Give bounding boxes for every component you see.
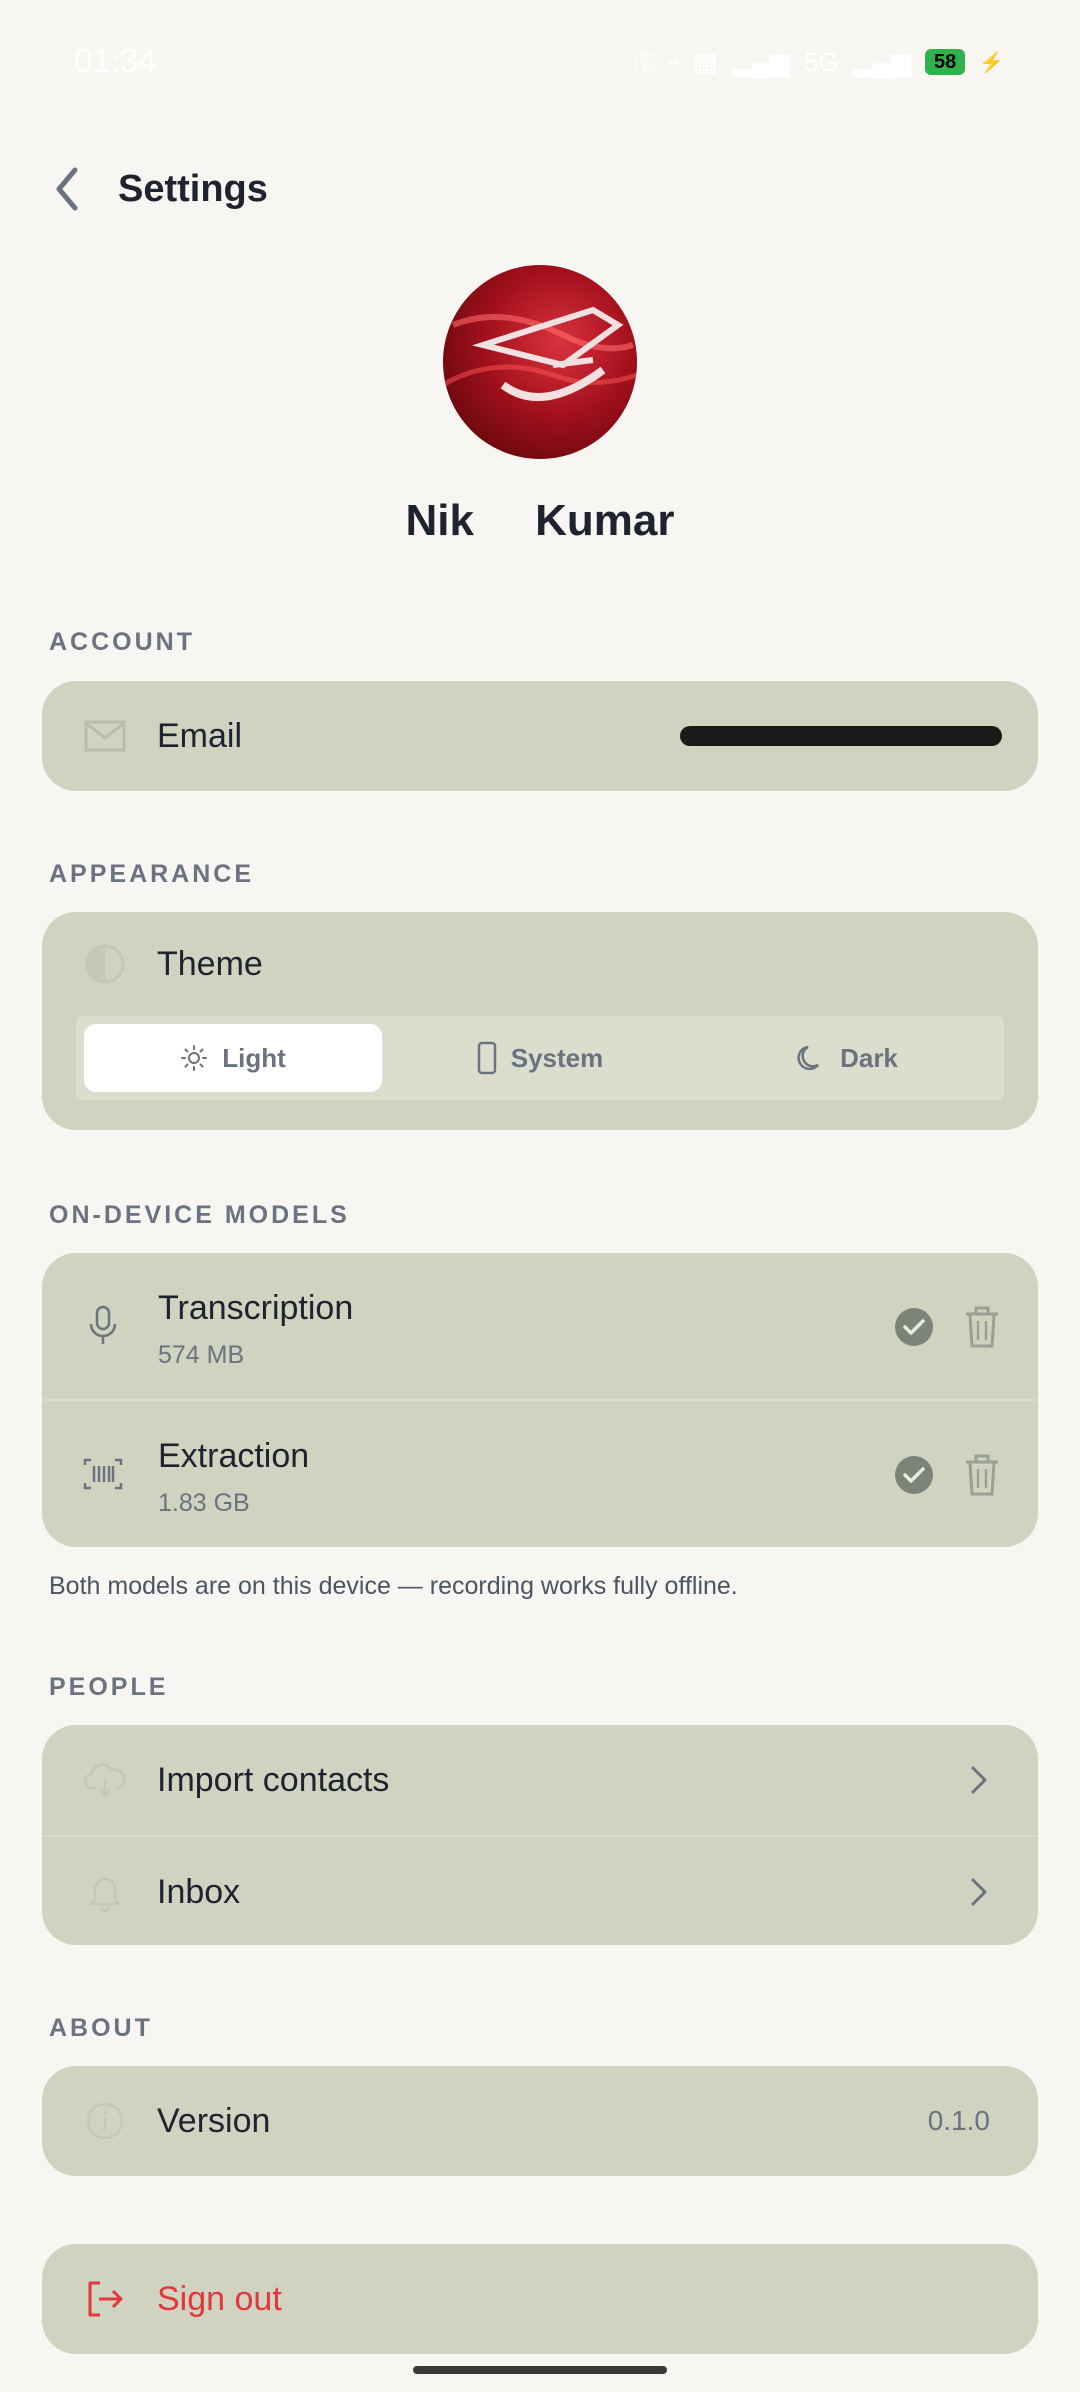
inbox-row[interactable]: Inbox bbox=[42, 1837, 1038, 1945]
contrast-icon bbox=[82, 941, 128, 987]
volte-icon: ▦ bbox=[692, 47, 718, 77]
key-icon: ⚿ bbox=[635, 47, 656, 77]
phone-icon bbox=[477, 1041, 496, 1075]
inbox-label: Inbox bbox=[157, 1872, 241, 1911]
avatar-logo bbox=[443, 306, 637, 401]
check-circle-icon bbox=[895, 1308, 933, 1346]
model-name-extraction: Extraction bbox=[158, 1437, 310, 1475]
sun-icon bbox=[181, 1045, 208, 1071]
email-row[interactable]: Email bbox=[42, 681, 1038, 791]
theme-label: Theme bbox=[157, 944, 263, 983]
chevron-left-icon bbox=[56, 167, 78, 211]
section-label-people: PEOPLE bbox=[49, 1673, 169, 1701]
models-note: Both models are on this device — recordi… bbox=[49, 1572, 738, 1600]
model-row-extraction: Extraction 1.83 GB bbox=[42, 1401, 1038, 1547]
theme-option-dark-label: Dark bbox=[840, 1042, 898, 1073]
logout-icon bbox=[82, 2276, 128, 2322]
model-size-extraction: 1.83 GB bbox=[158, 1489, 250, 1517]
model-row-transcription: Transcription 574 MB bbox=[42, 1253, 1038, 1399]
email-label: Email bbox=[157, 716, 243, 755]
model-name-transcription: Transcription bbox=[158, 1289, 354, 1327]
account-card: Email bbox=[42, 681, 1038, 791]
back-button[interactable] bbox=[42, 164, 92, 214]
theme-option-light[interactable]: Light bbox=[84, 1024, 382, 1092]
theme-option-light-label: Light bbox=[222, 1042, 286, 1073]
sign-out-label: Sign out bbox=[157, 2279, 282, 2318]
email-value-redacted bbox=[680, 726, 1002, 746]
appearance-card: Theme Light System Dark bbox=[42, 912, 1038, 1130]
data-speed-icon: ▪▪ bbox=[669, 54, 679, 70]
network-type: 5G bbox=[803, 47, 839, 77]
check-circle-icon bbox=[895, 1456, 933, 1494]
people-card: Import contacts Inbox bbox=[42, 1725, 1038, 1945]
charging-icon: ⚡ bbox=[979, 51, 1004, 74]
section-label-models: ON-DEVICE MODELS bbox=[49, 1201, 350, 1229]
page-title: Settings bbox=[118, 168, 268, 210]
about-card: Version 0.1.0 bbox=[42, 2066, 1038, 2176]
theme-segmented-control: Light System Dark bbox=[76, 1016, 1004, 1100]
signal-icon-2: ▂▄▆ bbox=[852, 47, 912, 77]
status-icons: ⚿ ▪▪ ▦ ▂▄▆ 5G ▂▄▆ 58 ⚡ bbox=[635, 44, 1004, 80]
import-contacts-row[interactable]: Import contacts bbox=[42, 1725, 1038, 1835]
profile-name: Nik Kumar bbox=[405, 496, 675, 545]
top-bar: Settings bbox=[0, 150, 1080, 230]
theme-option-dark[interactable]: Dark bbox=[698, 1024, 996, 1092]
trash-icon[interactable] bbox=[962, 1453, 1002, 1497]
chevron-right-icon bbox=[964, 1872, 994, 1912]
mail-icon bbox=[82, 713, 128, 759]
version-row: Version 0.1.0 bbox=[42, 2066, 1038, 2176]
signal-icon: ▂▄▆ bbox=[731, 47, 790, 77]
barcode-icon bbox=[80, 1451, 126, 1497]
status-bar: 01:34 ⚿ ▪▪ ▦ ▂▄▆ 5G ▂▄▆ 58 ⚡ bbox=[0, 0, 1080, 125]
theme-option-system[interactable]: System bbox=[391, 1024, 689, 1092]
cloud-download-icon bbox=[82, 1757, 128, 1803]
bell-icon bbox=[82, 1869, 128, 1915]
section-label-about: ABOUT bbox=[49, 2014, 153, 2042]
microphone-icon bbox=[80, 1303, 126, 1349]
home-indicator[interactable] bbox=[413, 2366, 667, 2374]
moon-icon bbox=[797, 1045, 820, 1071]
theme-option-system-label: System bbox=[510, 1042, 604, 1073]
version-label: Version bbox=[157, 2101, 271, 2140]
version-value: 0.1.0 bbox=[927, 2105, 990, 2136]
model-size-transcription: 574 MB bbox=[158, 1341, 245, 1369]
avatar[interactable] bbox=[443, 265, 637, 459]
section-label-account: ACCOUNT bbox=[49, 628, 195, 656]
models-card: Transcription 574 MB Extraction 1.83 GB bbox=[42, 1253, 1038, 1547]
theme-row: Theme bbox=[42, 912, 1038, 1016]
import-contacts-label: Import contacts bbox=[157, 1760, 390, 1799]
battery-indicator: 58 bbox=[925, 49, 966, 75]
info-icon bbox=[82, 2098, 128, 2144]
trash-icon[interactable] bbox=[962, 1305, 1002, 1349]
chevron-right-icon bbox=[964, 1760, 994, 1800]
section-label-appearance: APPEARANCE bbox=[49, 860, 255, 888]
sign-out-button[interactable]: Sign out bbox=[42, 2244, 1038, 2354]
status-time: 01:34 bbox=[74, 42, 157, 79]
signout-card: Sign out bbox=[42, 2244, 1038, 2354]
